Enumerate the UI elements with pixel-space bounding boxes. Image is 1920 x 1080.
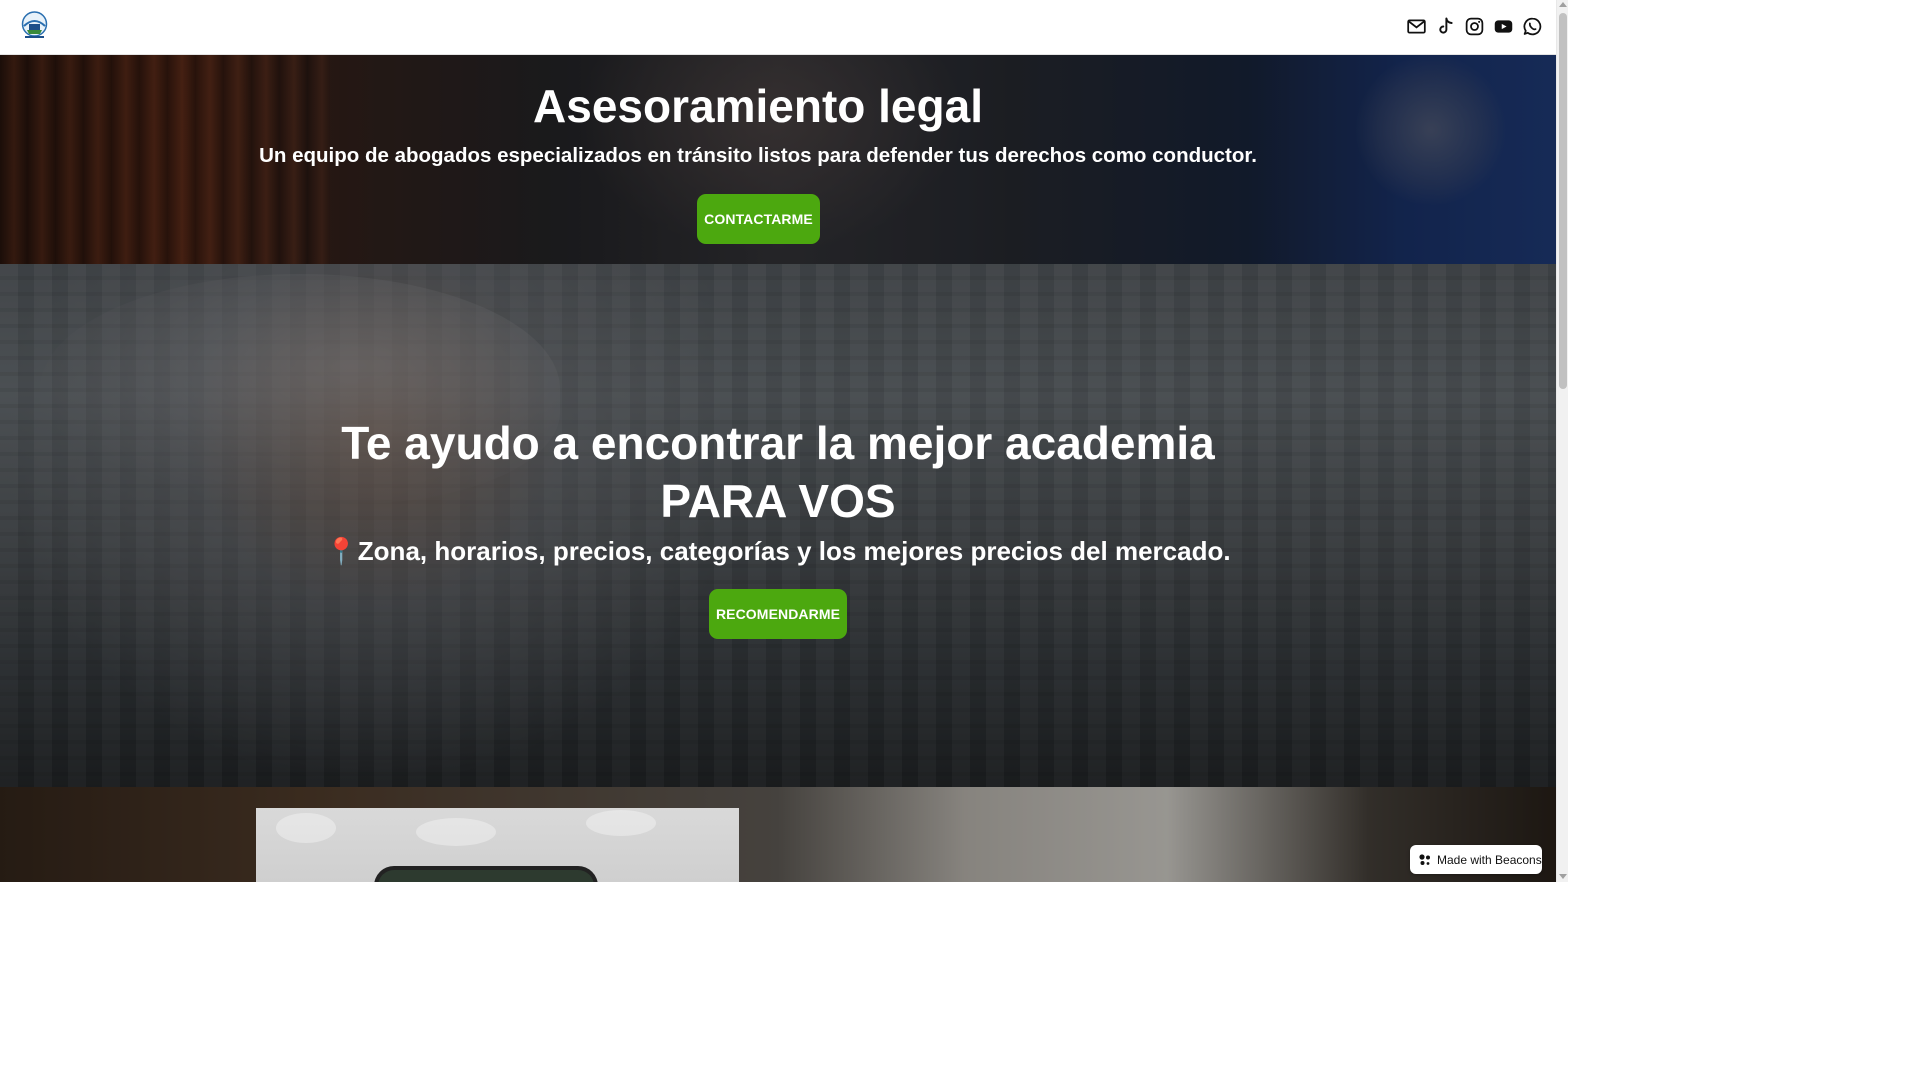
reading-section bbox=[0, 787, 1556, 882]
site-logo[interactable] bbox=[19, 10, 50, 41]
contact-button[interactable]: CONTACTARME bbox=[697, 194, 820, 244]
legal-advice-title: Asesoramiento legal bbox=[533, 80, 983, 132]
scroll-down-arrow-icon[interactable] bbox=[1559, 874, 1567, 879]
social-links bbox=[1405, 15, 1543, 37]
instagram-icon[interactable] bbox=[1463, 15, 1485, 37]
academy-title: Te ayudo a encontrar la mejor academia P… bbox=[341, 417, 1215, 527]
phone-image bbox=[374, 866, 598, 882]
scroll-up-arrow-icon[interactable] bbox=[1559, 2, 1567, 7]
transito-logo-icon bbox=[21, 11, 48, 38]
email-icon[interactable] bbox=[1405, 15, 1427, 37]
site-header bbox=[0, 0, 1556, 55]
legal-advice-subtitle: Un equipo de abogados especializados en … bbox=[259, 144, 1257, 167]
light-spot bbox=[586, 810, 656, 836]
academy-subtitle: 📍Zona, horarios, precios, categorías y l… bbox=[325, 536, 1231, 566]
scrollbar-thumb[interactable] bbox=[1559, 13, 1567, 389]
tiktok-icon[interactable] bbox=[1434, 15, 1456, 37]
legal-advice-section: Asesoramiento legal Un equipo de abogado… bbox=[0, 55, 1556, 264]
youtube-icon[interactable] bbox=[1492, 15, 1514, 37]
section-overlay bbox=[0, 787, 1556, 882]
made-with-beacons-label: Made with Beacons bbox=[1437, 852, 1542, 867]
recommend-button[interactable]: RECOMENDARME bbox=[709, 589, 847, 639]
light-spot bbox=[276, 813, 336, 843]
academy-section: Te ayudo a encontrar la mejor academia P… bbox=[0, 264, 1556, 787]
made-with-beacons-badge[interactable]: Made with Beacons bbox=[1410, 845, 1542, 874]
whatsapp-icon[interactable] bbox=[1521, 15, 1543, 37]
page-scrollbar[interactable] bbox=[1556, 0, 1568, 882]
beacons-logo-icon bbox=[1419, 853, 1430, 865]
product-image bbox=[256, 808, 739, 882]
light-spot bbox=[416, 818, 496, 846]
